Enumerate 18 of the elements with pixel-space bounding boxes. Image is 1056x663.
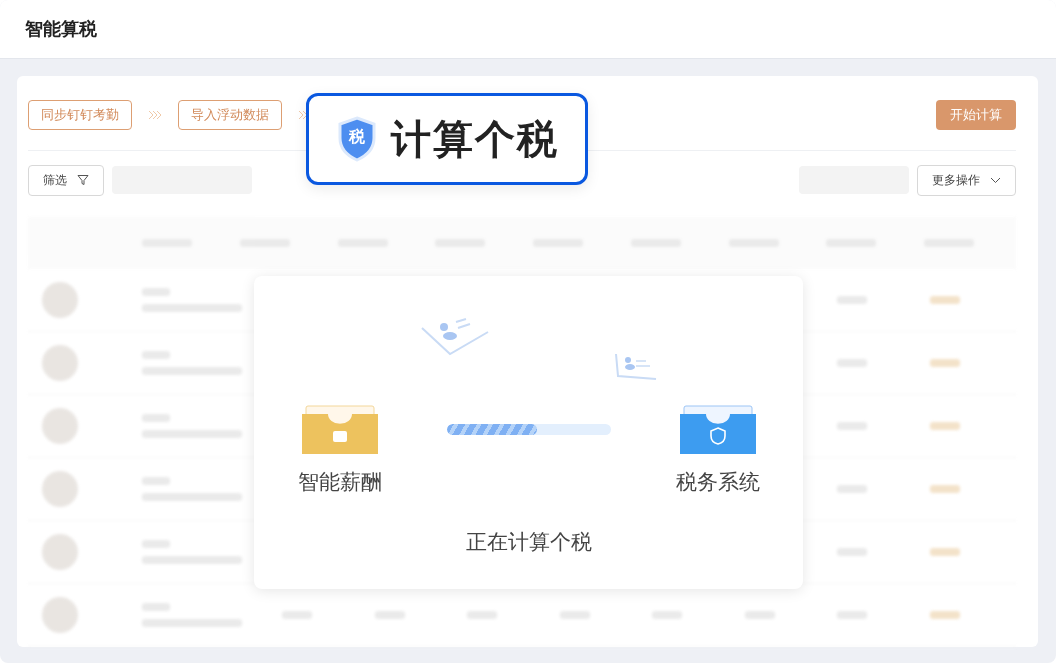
filter-button[interactable]: 筛选: [28, 164, 104, 196]
step-button[interactable]: 同步钉钉考勤: [28, 100, 132, 130]
filter-icon: [77, 174, 89, 186]
source-label: 智能薪酬: [297, 469, 382, 496]
document-icon: [420, 316, 490, 356]
step-button[interactable]: 导入浮动数据: [178, 100, 282, 130]
tax-shield-icon: 税: [337, 116, 377, 162]
target-label: 税务系统: [675, 469, 760, 496]
page-title: 智能算税: [25, 17, 97, 41]
chevron-down-icon: [990, 176, 1001, 184]
wallet-folder-icon: [299, 404, 380, 456]
more-actions-dropdown[interactable]: 更多操作: [917, 164, 1016, 196]
shield-folder-icon: [677, 404, 758, 456]
chevron-icon: [148, 110, 162, 120]
status-text: 正在计算个税: [465, 529, 592, 556]
start-button[interactable]: 开始计算: [936, 100, 1016, 130]
callout-title: 计算个税: [391, 114, 559, 164]
document-icon: [614, 352, 658, 380]
